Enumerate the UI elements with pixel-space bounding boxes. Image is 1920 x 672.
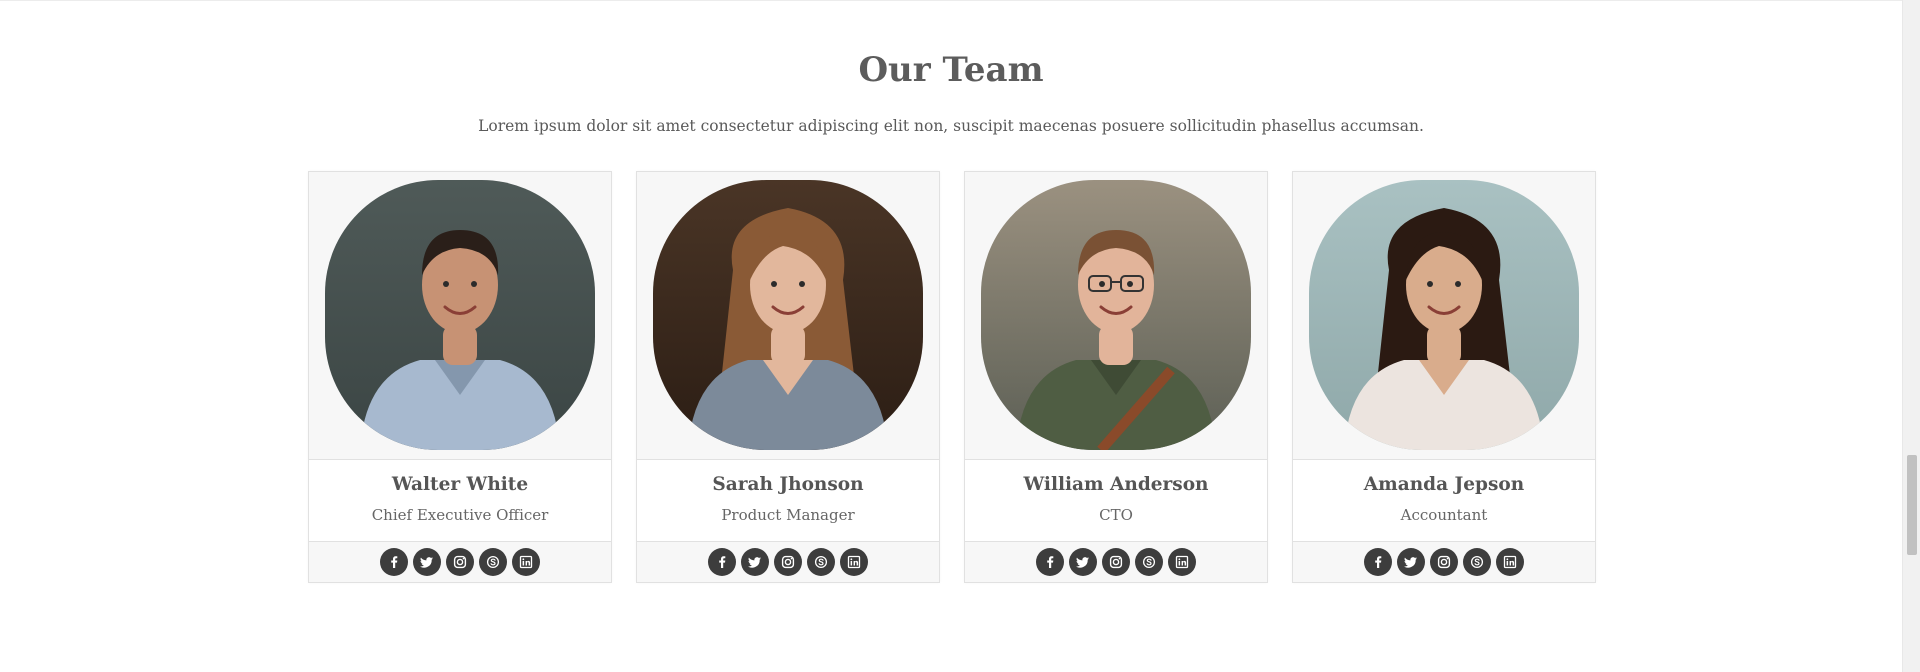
linkedin-icon: [847, 555, 861, 569]
skype-icon: [814, 555, 828, 569]
team-grid: Walter White Chief Executive Officer Sarah…: [308, 171, 1596, 583]
team-member-card: Walter White Chief Executive Officer: [308, 171, 612, 583]
member-info: William Anderson CTO: [965, 459, 1267, 542]
linkedin-link[interactable]: [1496, 548, 1524, 576]
linkedin-link[interactable]: [512, 548, 540, 576]
social-links: [965, 542, 1267, 582]
skype-link[interactable]: [807, 548, 835, 576]
skype-icon: [1142, 555, 1156, 569]
instagram-link[interactable]: [1102, 548, 1130, 576]
member-role: Chief Executive Officer: [371, 506, 549, 524]
member-name: Walter White: [391, 474, 529, 495]
social-links: [637, 542, 939, 582]
facebook-icon: [1047, 556, 1054, 568]
member-info: Walter White Chief Executive Officer: [309, 459, 611, 542]
twitter-link[interactable]: [413, 548, 441, 576]
team-member-card: Amanda Jepson Accountant: [1292, 171, 1596, 583]
page-scrollbar[interactable]: [1902, 0, 1920, 672]
member-photo: [653, 180, 923, 450]
facebook-icon: [1375, 556, 1382, 568]
facebook-icon: [719, 556, 726, 568]
member-role: Product Manager: [721, 506, 855, 524]
member-info: Sarah Jhonson Product Manager: [637, 459, 939, 542]
member-info: Amanda Jepson Accountant: [1293, 459, 1595, 542]
facebook-link[interactable]: [1364, 548, 1392, 576]
linkedin-icon: [1175, 555, 1189, 569]
twitter-link[interactable]: [1397, 548, 1425, 576]
instagram-icon: [1437, 555, 1451, 569]
linkedin-icon: [519, 555, 533, 569]
twitter-icon: [748, 557, 761, 568]
twitter-link[interactable]: [1069, 548, 1097, 576]
linkedin-link[interactable]: [1168, 548, 1196, 576]
member-photo: [981, 180, 1251, 450]
instagram-icon: [1109, 555, 1123, 569]
linkedin-link[interactable]: [840, 548, 868, 576]
member-photo: [325, 180, 595, 450]
social-links: [1293, 542, 1595, 582]
social-links: [309, 542, 611, 582]
skype-icon: [1470, 555, 1484, 569]
facebook-link[interactable]: [380, 548, 408, 576]
team-section: Our Team Lorem ipsum dolor sit amet cons…: [0, 0, 1902, 672]
team-member-card: Sarah Jhonson Product Manager: [636, 171, 940, 583]
instagram-icon: [781, 555, 795, 569]
instagram-link[interactable]: [774, 548, 802, 576]
linkedin-icon: [1503, 555, 1517, 569]
skype-icon: [486, 555, 500, 569]
skype-link[interactable]: [1135, 548, 1163, 576]
section-subtitle: Lorem ipsum dolor sit amet consectetur a…: [478, 117, 1424, 135]
team-member-card: William Anderson CTO: [964, 171, 1268, 583]
facebook-icon: [391, 556, 398, 568]
member-name: William Anderson: [1023, 474, 1209, 495]
member-name: Amanda Jepson: [1363, 474, 1525, 495]
member-role: CTO: [1099, 506, 1133, 524]
facebook-link[interactable]: [708, 548, 736, 576]
skype-link[interactable]: [1463, 548, 1491, 576]
twitter-link[interactable]: [741, 548, 769, 576]
scrollbar-thumb[interactable]: [1907, 455, 1917, 555]
twitter-icon: [1076, 557, 1089, 568]
skype-link[interactable]: [479, 548, 507, 576]
section-title: Our Team: [858, 50, 1044, 90]
instagram-link[interactable]: [1430, 548, 1458, 576]
facebook-link[interactable]: [1036, 548, 1064, 576]
twitter-icon: [420, 557, 433, 568]
member-name: Sarah Jhonson: [712, 474, 864, 495]
instagram-link[interactable]: [446, 548, 474, 576]
instagram-icon: [453, 555, 467, 569]
member-role: Accountant: [1400, 506, 1488, 524]
member-photo: [1309, 180, 1579, 450]
twitter-icon: [1404, 557, 1417, 568]
